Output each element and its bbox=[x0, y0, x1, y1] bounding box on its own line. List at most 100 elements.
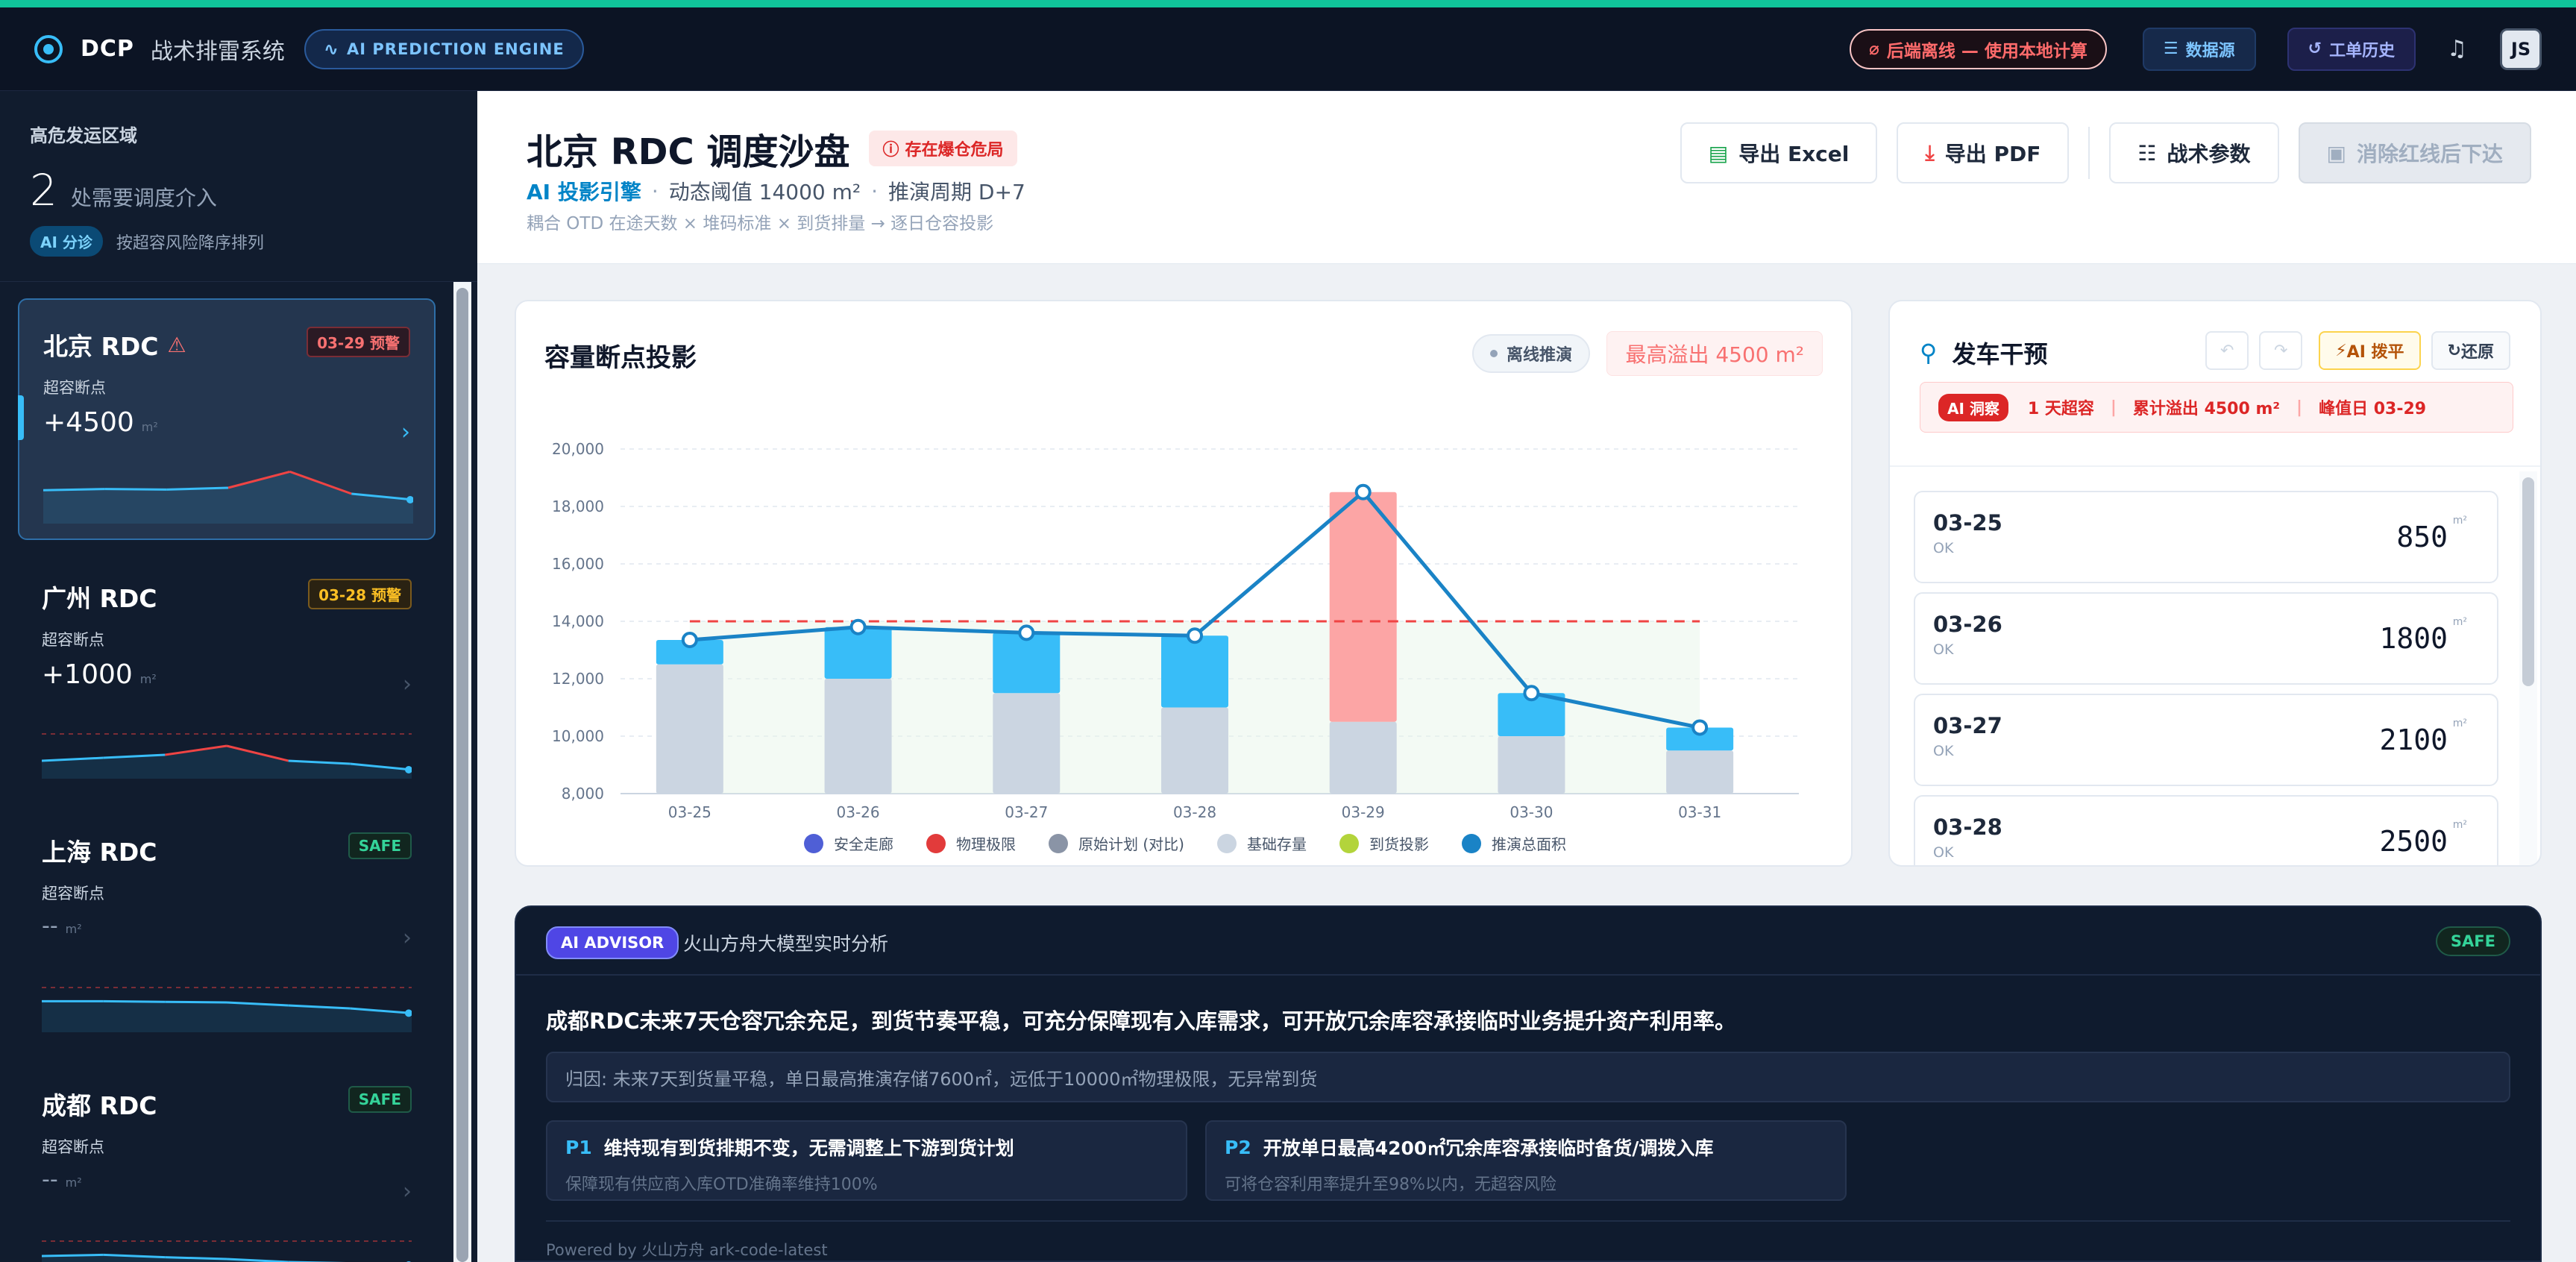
rdc-breakpoint-value: +1000 bbox=[42, 659, 133, 690]
rotate-icon: ↻ bbox=[2447, 341, 2461, 360]
redo-button[interactable]: ↷ bbox=[2259, 331, 2303, 370]
history-button[interactable]: ↺ 工单历史 bbox=[2287, 27, 2416, 71]
offline-status-pill: ⌀ 后端离线 — 使用本地计算 bbox=[1850, 28, 2107, 69]
legend-swatch bbox=[804, 833, 824, 853]
rdc-card[interactable]: 成都 RDC SAFE 超容断点 -- m² › bbox=[18, 1059, 436, 1262]
database-icon: ☰ bbox=[2163, 40, 2178, 58]
datasource-button[interactable]: ☰ 数据源 bbox=[2142, 27, 2256, 71]
export-pdf-label: 导出 PDF bbox=[1944, 142, 2041, 166]
bar-base-stock bbox=[824, 679, 892, 794]
rdc-value-row: +4500 m² bbox=[43, 407, 410, 438]
page-header: 北京 RDC 调度沙盘 ⓘ 存在爆仓危局 AI 投影引擎 · 动态阈值 1400… bbox=[477, 91, 2576, 264]
rdc-card[interactable]: 北京 RDC ⚠ 03-29 预警 超容断点 +4500 m² › bbox=[18, 298, 436, 540]
ai-level-button[interactable]: ⚡ AI 拨平 bbox=[2319, 331, 2421, 370]
recommendation-p2: P2 开放单日最高4200㎡冗余库容承接临时备货/调拨入库 可将仓容利用率提升至… bbox=[1205, 1120, 1847, 1201]
y-tick-label: 10,000 bbox=[552, 727, 604, 745]
legend-item[interactable]: 物理极限 bbox=[926, 832, 1016, 854]
formula-text: 耦合 OTD 在途天数 × 堆码标准 × 到货排量 → 逐日仓容投影 bbox=[527, 214, 994, 233]
legend-swatch bbox=[1461, 833, 1481, 853]
dispatch-button[interactable]: ▣ 消除红线后下达 bbox=[2298, 122, 2531, 183]
legend-swatch bbox=[926, 833, 946, 853]
sparkline-segment bbox=[103, 999, 166, 1003]
datasource-label: 数据源 bbox=[2185, 41, 2235, 60]
sidebar-scrollbar-thumb[interactable] bbox=[456, 288, 468, 1262]
legend-label: 到货投影 bbox=[1369, 835, 1429, 853]
total-area-point bbox=[681, 632, 698, 649]
rdc-breakpoint-label: 超容断点 bbox=[43, 379, 106, 397]
rdc-card[interactable]: 上海 RDC SAFE 超容断点 -- m² › bbox=[18, 806, 436, 1047]
rdc-sparkline bbox=[43, 470, 413, 524]
status-dot-icon bbox=[1489, 350, 1498, 357]
sidebar-header: 高危发运区域 2 处需要调度介入 AI 分诊 按超容风险降序排列 bbox=[0, 91, 477, 282]
rdc-breakpoint-label: 超容断点 bbox=[42, 1138, 104, 1156]
rdc-unit: m² bbox=[65, 1175, 82, 1190]
sidebar-header-label: 高危发运区域 bbox=[30, 125, 137, 146]
legend-item[interactable]: 安全走廊 bbox=[804, 832, 893, 854]
header-divider bbox=[2088, 127, 2090, 179]
legend-item[interactable]: 基础存量 bbox=[1216, 832, 1307, 854]
page-title-text: 北京 RDC 调度沙盘 bbox=[527, 131, 850, 173]
insight-days: 1 天超容 bbox=[2027, 400, 2094, 418]
rdc-card[interactable]: 广州 RDC 03-28 预警 超容断点 +1000 m² › bbox=[18, 552, 436, 794]
rdc-unit: m² bbox=[139, 672, 157, 686]
rdc-breakpoint-label: 超容断点 bbox=[42, 631, 104, 649]
y-tick-label: 8,000 bbox=[562, 785, 604, 803]
insight-separator: | bbox=[2110, 398, 2117, 417]
day-list-scrollbar-thumb[interactable] bbox=[2522, 477, 2534, 686]
legend-label: 推演总面积 bbox=[1491, 835, 1566, 853]
tactical-params-label: 战术参数 bbox=[2167, 142, 2251, 166]
legend-item[interactable]: 到货投影 bbox=[1339, 832, 1429, 854]
sparkline-segment bbox=[104, 488, 167, 491]
capacity-chart-card: 容量断点投影 离线推演 最高溢出 4500 m² 8,000 10,000 12,0… bbox=[515, 300, 1853, 867]
total-area-point bbox=[849, 618, 867, 635]
intervention-tools: ↶ ↷ ⚡ AI 拨平 ↻ 还原 bbox=[2195, 331, 2510, 370]
avatar[interactable]: JS bbox=[2500, 28, 2542, 70]
engine-pill: ∿ AI PREDICTION ENGINE bbox=[304, 28, 584, 69]
undo-button[interactable]: ↶ bbox=[2205, 331, 2249, 370]
x-tick-label: 03-25 bbox=[668, 803, 711, 821]
day-row[interactable]: 03-27 OK 2100 m² bbox=[1914, 694, 2498, 786]
capacity-chart: 8,000 10,000 12,000 14,000 16,000 18,000 20,00… bbox=[552, 440, 1799, 821]
legend-item[interactable]: 推演总面积 bbox=[1461, 832, 1566, 854]
risk-count-text: 处需要调度介入 bbox=[70, 186, 217, 210]
insight-peak: 峰值日 03-29 bbox=[2319, 400, 2427, 418]
ai-insight-bar: AI 洞察 1 天超容 | 累计溢出 4500 m² | 峰值日 03-29 bbox=[1920, 382, 2513, 433]
insight-tag: AI 洞察 bbox=[1938, 393, 2008, 421]
day-arrival-value[interactable]: 850 bbox=[2396, 521, 2448, 553]
p1-desc: 保障现有供应商入库OTD准确率维持100% bbox=[565, 1175, 878, 1194]
bell-icon[interactable]: ♫ bbox=[2447, 36, 2467, 62]
chart-legend: 安全走廊 物理极限 原始计划 (对比) 基础存量 到货投影 推演总面积 bbox=[516, 832, 1854, 854]
export-pdf-button[interactable]: ⤓ 导出 PDF bbox=[1897, 122, 2070, 183]
restore-button[interactable]: ↻ 还原 bbox=[2431, 331, 2510, 370]
rdc-name: 成都 RDC bbox=[42, 1091, 157, 1120]
day-row[interactable]: 03-26 OK 1800 m² bbox=[1914, 592, 2498, 685]
day-arrival-value[interactable]: 1800 bbox=[2379, 622, 2448, 655]
p2-title: 开放单日最高4200㎡冗余库容承接临时备货/调拨入库 bbox=[1263, 1137, 1714, 1159]
rdc-sparkline bbox=[42, 733, 412, 779]
chart-card-title: 容量断点投影 bbox=[544, 343, 697, 373]
rdc-status-badge: 03-28 预警 bbox=[308, 579, 412, 609]
bar-arrival-projection bbox=[1329, 492, 1397, 722]
legend-label: 原始计划 (对比) bbox=[1078, 835, 1184, 853]
legend-item[interactable]: 原始计划 (对比) bbox=[1049, 832, 1184, 854]
export-excel-button[interactable]: ▤ 导出 Excel bbox=[1680, 122, 1878, 183]
day-list: 03-25 OK 850 m² 03-26 OK 1800 m² 03-27 OK 2100 m² 03… bbox=[1914, 491, 2498, 865]
day-row[interactable]: 03-25 OK 850 m² bbox=[1914, 491, 2498, 583]
route-icon: ⚲ bbox=[1920, 339, 1938, 367]
p1-tag: P1 bbox=[565, 1136, 592, 1158]
day-arrival-value[interactable]: 2100 bbox=[2379, 723, 2448, 756]
tactical-params-button[interactable]: ☷ 战术参数 bbox=[2109, 122, 2279, 183]
sort-text: 按超容风险降序排列 bbox=[116, 233, 264, 253]
meta-separator: · bbox=[651, 178, 659, 204]
cycle-label: 推演周期 D+7 bbox=[888, 180, 1025, 204]
p1-title: 维持现有到货排期不变，无需调整上下游到货计划 bbox=[603, 1137, 1014, 1159]
sparkline-area bbox=[42, 1001, 412, 1032]
meta-separator: · bbox=[871, 178, 879, 204]
download-icon: ⤓ bbox=[1925, 140, 1935, 165]
file-icon: ▤ bbox=[1708, 140, 1729, 166]
history-label: 工单历史 bbox=[2329, 41, 2396, 60]
advisor-footer: Powered by 火山方舟 ark-code-latest bbox=[546, 1241, 828, 1259]
total-area-point bbox=[1523, 685, 1540, 702]
day-row[interactable]: 03-28 OK 2500 m² bbox=[1914, 795, 2498, 865]
day-arrival-value[interactable]: 2500 bbox=[2379, 825, 2448, 858]
